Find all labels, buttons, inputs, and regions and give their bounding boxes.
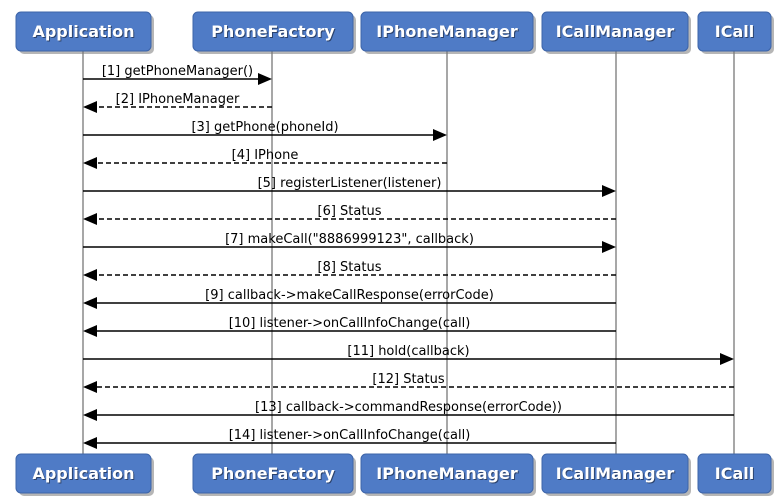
participant-app-bottom: ApplicationApplication: [15, 453, 154, 496]
message-label: [1] getPhoneManager(): [102, 64, 253, 79]
message-label: [11] hold(callback): [347, 344, 469, 359]
participant-label: Application: [32, 22, 134, 41]
participant-label: PhoneFactory: [211, 464, 335, 483]
message-label: [5] registerListener(listener): [258, 176, 442, 191]
message-label: [3] getPhone(phoneId): [191, 120, 338, 135]
participants-top: ApplicationApplication PhoneFactoryPhoneF…: [15, 11, 774, 54]
arrowhead-icon: [83, 213, 97, 225]
message-5: [5] registerListener(listener): [83, 176, 616, 197]
message-12: [12] Status: [83, 372, 734, 393]
arrowhead-icon: [83, 325, 97, 337]
message-label: [12] Status: [372, 372, 444, 387]
message-11: [11] hold(callback): [83, 344, 734, 365]
message-7: [7] makeCall("8886999123", callback): [83, 232, 616, 253]
participant-ipm-top: IPhoneManagerIPhoneManager: [360, 11, 536, 54]
participant-icall-top: ICallICall: [697, 11, 774, 54]
participants-bottom: ApplicationApplication PhoneFactoryPhoneF…: [15, 453, 774, 496]
message-label: [10] listener->onCallInfoChange(call): [229, 316, 471, 331]
message-9: [9] callback->makeCallResponse(errorCode…: [83, 288, 616, 309]
message-10: [10] listener->onCallInfoChange(call): [83, 316, 616, 337]
participant-ipm-bottom: IPhoneManagerIPhoneManager: [360, 453, 536, 496]
lifelines: [82, 51, 735, 454]
participant-label: IPhoneManager: [376, 22, 518, 41]
message-14: [14] listener->onCallInfoChange(call): [83, 428, 616, 449]
arrowhead-icon: [720, 353, 734, 365]
arrowhead-icon: [83, 297, 97, 309]
message-6: [6] Status: [83, 204, 616, 225]
arrowhead-icon: [602, 185, 616, 197]
message-1: [1] getPhoneManager(): [83, 64, 272, 85]
message-label: [6] Status: [318, 204, 382, 219]
arrowhead-icon: [83, 381, 97, 393]
message-label: [8] Status: [318, 260, 382, 275]
arrowhead-icon: [258, 73, 272, 85]
arrowhead-icon: [433, 129, 447, 141]
participant-app-top: ApplicationApplication: [15, 11, 154, 54]
messages: [1] getPhoneManager() [2] IPhoneManager [3…: [83, 64, 734, 449]
participant-label: ICall: [715, 464, 754, 483]
message-label: [13] callback->commandResponse(errorCode…: [255, 400, 562, 415]
participant-label: ICallManager: [556, 464, 675, 483]
arrowhead-icon: [83, 437, 97, 449]
arrowhead-icon: [83, 409, 97, 421]
message-3: [3] getPhone(phoneId): [83, 120, 447, 141]
arrowhead-icon: [83, 157, 97, 169]
message-label: [4] IPhone: [232, 148, 299, 163]
participant-label: ICallManager: [556, 22, 675, 41]
participant-icm-bottom: ICallManagerICallManager: [541, 453, 691, 496]
message-13: [13] callback->commandResponse(errorCode…: [83, 400, 734, 421]
participant-icall-bottom: ICallICall: [697, 453, 774, 496]
message-4: [4] IPhone: [83, 148, 447, 169]
participant-label: IPhoneManager: [376, 464, 518, 483]
participant-icm-top: ICallManagerICallManager: [541, 11, 691, 54]
participant-label: Application: [32, 464, 134, 483]
message-8: [8] Status: [83, 260, 616, 281]
arrowhead-icon: [83, 269, 97, 281]
message-label: [9] callback->makeCallResponse(errorCode…: [205, 288, 494, 303]
participant-label: PhoneFactory: [211, 22, 335, 41]
message-label: [2] IPhoneManager: [116, 92, 240, 107]
participant-pf-top: PhoneFactoryPhoneFactory: [192, 11, 356, 54]
message-label: [7] makeCall("8886999123", callback): [225, 232, 474, 247]
arrowhead-icon: [602, 241, 616, 253]
message-label: [14] listener->onCallInfoChange(call): [229, 428, 471, 443]
participant-pf-bottom: PhoneFactoryPhoneFactory: [192, 453, 356, 496]
participant-label: ICall: [715, 22, 754, 41]
sequence-diagram: [1] getPhoneManager() [2] IPhoneManager [3…: [15, 11, 774, 496]
message-2: [2] IPhoneManager: [83, 92, 272, 113]
arrowhead-icon: [83, 101, 97, 113]
